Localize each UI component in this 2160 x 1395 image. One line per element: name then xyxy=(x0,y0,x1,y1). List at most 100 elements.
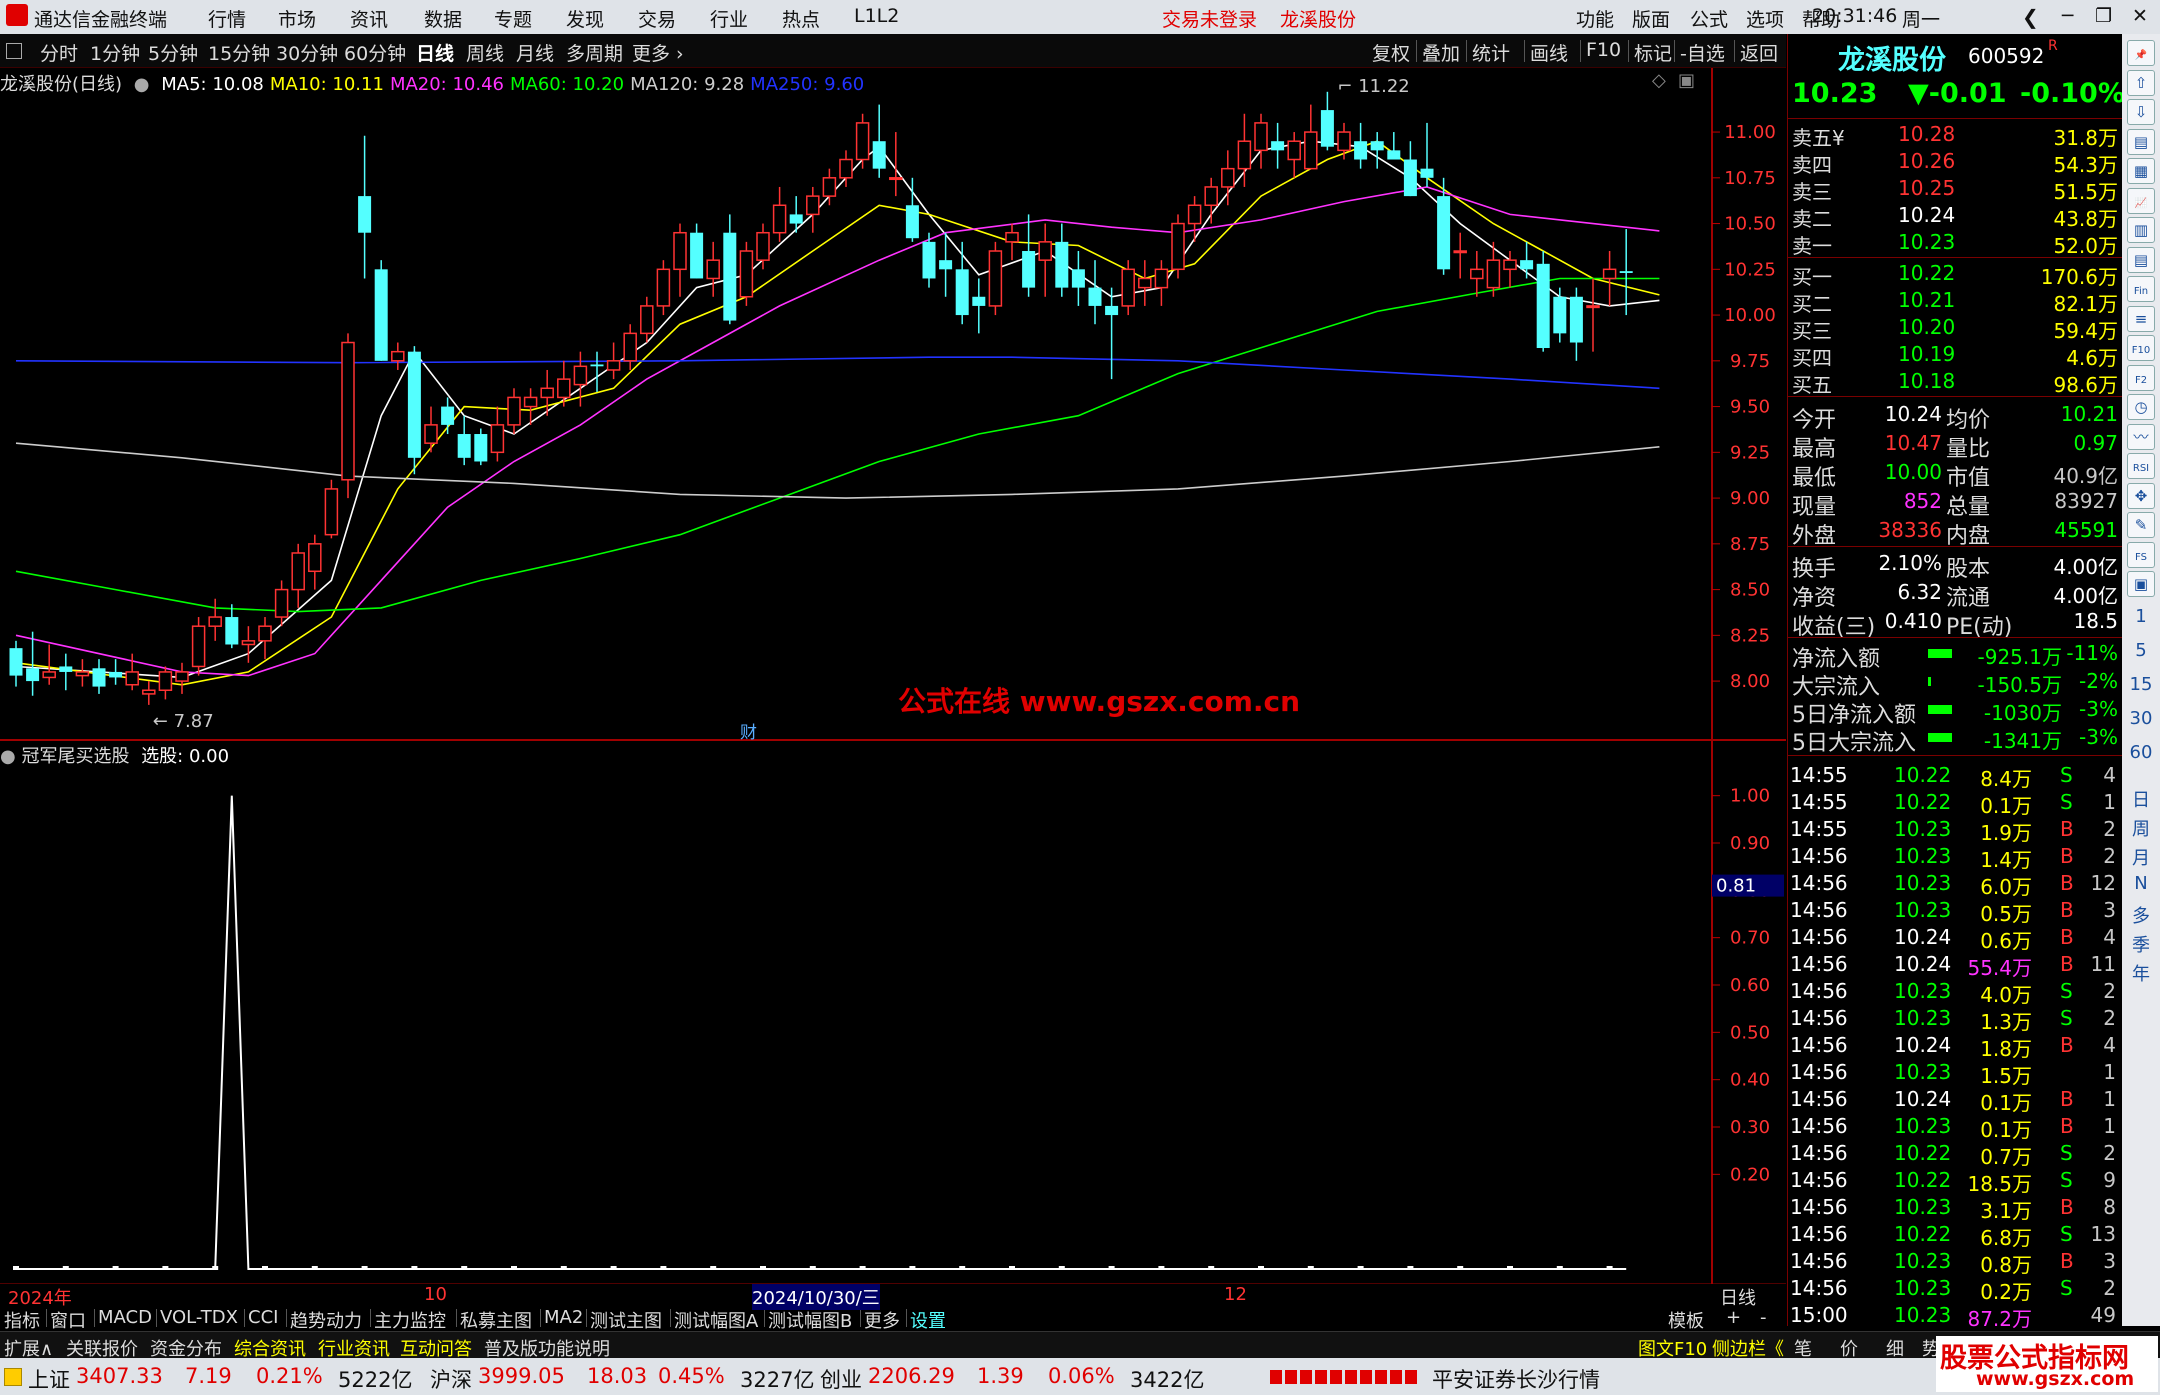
indicator-tab-11[interactable]: 测试幅图B xyxy=(768,1307,852,1333)
line-chart-icon[interactable]: 📈 xyxy=(2127,187,2155,214)
indicator-tab-9[interactable]: 测试主图 xyxy=(590,1307,662,1333)
menu-4[interactable]: 专题 xyxy=(494,5,532,32)
period-tab-5[interactable]: 60分钟 xyxy=(344,39,406,66)
period-tab-4[interactable]: 30分钟 xyxy=(276,39,338,66)
period-tab-2[interactable]: 5分钟 xyxy=(148,39,198,66)
period-tab-1[interactable]: 1分钟 xyxy=(90,39,140,66)
period-shortcut-3[interactable]: 30 xyxy=(2122,708,2160,729)
right-menu-4[interactable]: 帮助 xyxy=(1802,5,1840,32)
bid-row[interactable]: 买三 10.20 59.4万 xyxy=(1788,313,2122,343)
indicator-tab-12[interactable]: 更多 xyxy=(864,1307,900,1333)
tabs-right-button-1[interactable]: + xyxy=(1726,1307,1741,1328)
finance-marker[interactable]: 财 xyxy=(740,718,757,743)
market-icon[interactable] xyxy=(4,1368,22,1386)
ask-row[interactable]: 卖一 10.23 52.0万 xyxy=(1788,228,2122,258)
minimize-icon[interactable]: ─ xyxy=(2062,5,2073,27)
candle-icon[interactable]: ▥ xyxy=(2127,217,2155,243)
broker-name[interactable]: 平安证券长沙行情 xyxy=(1432,1364,1600,1394)
period-tab-7[interactable]: 周线 xyxy=(466,39,504,66)
f2-icon[interactable]: F2 xyxy=(2127,364,2155,391)
menu-1[interactable]: 市场 xyxy=(278,5,316,32)
index-name[interactable]: 创业 xyxy=(820,1364,862,1394)
period-shortcut-9[interactable]: 多 xyxy=(2122,902,2160,928)
indicator-tab-2[interactable]: MACD xyxy=(98,1307,152,1328)
rsi-icon[interactable]: RSI xyxy=(2127,453,2155,479)
tool-button-7[interactable]: 返回 xyxy=(1740,39,1778,66)
period-shortcut-2[interactable]: 15 xyxy=(2122,674,2160,695)
period-shortcut-4[interactable]: 60 xyxy=(2122,742,2160,763)
index-name[interactable]: 沪深 xyxy=(430,1364,472,1394)
indicator-tab-13[interactable]: 设置 xyxy=(910,1307,946,1333)
index-name[interactable]: 上证 xyxy=(28,1364,70,1394)
period-tab-3[interactable]: 15分钟 xyxy=(208,39,270,66)
pin-icon[interactable]: 📌 xyxy=(2127,40,2155,66)
period-shortcut-8[interactable]: N xyxy=(2122,873,2160,894)
menu-8[interactable]: 热点 xyxy=(782,5,820,32)
tool-button-4[interactable]: F10 xyxy=(1586,39,1621,61)
period-shortcut-10[interactable]: 季 xyxy=(2122,931,2160,957)
close-icon[interactable]: ✕ xyxy=(2132,5,2148,27)
indicator-tab-8[interactable]: MA2 xyxy=(544,1307,583,1328)
period-shortcut-1[interactable]: 5 xyxy=(2122,640,2160,661)
down-arrow-icon[interactable]: ⇩ xyxy=(2127,99,2155,125)
menu-5[interactable]: 发现 xyxy=(566,5,604,32)
lines-icon[interactable]: ≡ xyxy=(2127,305,2155,332)
tool-button-0[interactable]: 复权 xyxy=(1372,39,1410,66)
right-menu-1[interactable]: 版面 xyxy=(1632,5,1670,32)
pen-icon[interactable]: ✎ xyxy=(2127,512,2155,538)
menu-3[interactable]: 数据 xyxy=(424,5,462,32)
period-shortcut-11[interactable]: 年 xyxy=(2122,960,2160,986)
candlestick-chart[interactable]: 11.00 10.75 10.50 10.25 10.00 9.75 9.50 9.25 9.0… xyxy=(0,68,1786,744)
bid-row[interactable]: 买四 10.19 4.6万 xyxy=(1788,340,2122,370)
menu-9[interactable]: L1L2 xyxy=(854,5,899,27)
tool-button-5[interactable]: 标记 xyxy=(1634,39,1672,66)
indicator-tab-10[interactable]: 测试幅图A xyxy=(674,1307,758,1333)
panel-toggle-icon[interactable] xyxy=(6,43,22,59)
bid-row[interactable]: 买五 10.18 98.6万 xyxy=(1788,367,2122,397)
indicator-tab-7[interactable]: 私募主图 xyxy=(460,1307,532,1333)
indicator-tab-5[interactable]: 趋势动力 xyxy=(290,1307,362,1333)
wave-icon[interactable]: 〰 xyxy=(2127,423,2155,450)
back-icon[interactable]: ❮ xyxy=(2022,5,2039,29)
right-menu-2[interactable]: 公式 xyxy=(1690,5,1728,32)
restore-icon[interactable]: ❐ xyxy=(2095,5,2112,27)
period-tab-9[interactable]: 多周期 xyxy=(566,39,623,66)
tool-button-6[interactable]: -自选 xyxy=(1680,39,1725,66)
period-tab-10[interactable]: 更多 › xyxy=(632,39,684,66)
list-icon[interactable]: ▤ xyxy=(2127,128,2155,155)
period-shortcut-5[interactable]: 日 xyxy=(2122,786,2160,812)
fs-icon[interactable]: FS xyxy=(2127,541,2155,568)
period-shortcut-0[interactable]: 1 xyxy=(2122,606,2160,627)
indicator-tab-3[interactable]: VOL-TDX xyxy=(160,1307,238,1328)
book-icon[interactable]: ▤ xyxy=(2127,246,2155,273)
tool-button-3[interactable]: 画线 xyxy=(1530,39,1568,66)
period-shortcut-6[interactable]: 周 xyxy=(2122,815,2160,841)
up-arrow-icon[interactable]: ⇧ xyxy=(2127,69,2155,96)
ask-row[interactable]: 卖二 10.24 43.8万 xyxy=(1788,201,2122,231)
signal-chart[interactable]: 1.000.900.800.700.600.500.400.300.200.81 xyxy=(0,744,1786,1284)
fin-icon[interactable]: Fin xyxy=(2127,276,2155,302)
grid-icon[interactable]: ▦ xyxy=(2127,158,2155,184)
indicator-tab-1[interactable]: 窗口 xyxy=(50,1307,86,1333)
tabs-right-button-0[interactable]: 模板 xyxy=(1668,1307,1704,1333)
indicator-tab-0[interactable]: 指标 xyxy=(4,1307,40,1333)
menu-0[interactable]: 行情 xyxy=(208,5,246,32)
tool-button-2[interactable]: 统计 xyxy=(1472,39,1510,66)
f10-icon[interactable]: F10 xyxy=(2127,335,2155,361)
clock-icon[interactable]: ◷ xyxy=(2127,394,2155,420)
ask-row[interactable]: 卖三 10.25 51.5万 xyxy=(1788,174,2122,204)
menu-7[interactable]: 行业 xyxy=(710,5,748,32)
bid-row[interactable]: 买一 10.22 170.6万 xyxy=(1788,259,2122,289)
bid-row[interactable]: 买二 10.21 82.1万 xyxy=(1788,286,2122,316)
right-menu-0[interactable]: 功能 xyxy=(1576,5,1614,32)
login-status[interactable]: 交易未登录 xyxy=(1162,5,1257,32)
ask-row[interactable]: 卖五¥ 10.28 31.8万 xyxy=(1788,120,2122,150)
indicator-tab-6[interactable]: 主力监控 xyxy=(374,1307,446,1333)
menu-2[interactable]: 资讯 xyxy=(350,5,388,32)
ask-row[interactable]: 卖四 10.26 54.3万 xyxy=(1788,147,2122,177)
right-menu-3[interactable]: 选项 xyxy=(1746,5,1784,32)
period-tab-8[interactable]: 月线 xyxy=(516,39,554,66)
period-tab-0[interactable]: 分时 xyxy=(40,39,78,66)
tool-button-1[interactable]: 叠加 xyxy=(1422,39,1460,66)
menu-6[interactable]: 交易 xyxy=(638,5,676,32)
